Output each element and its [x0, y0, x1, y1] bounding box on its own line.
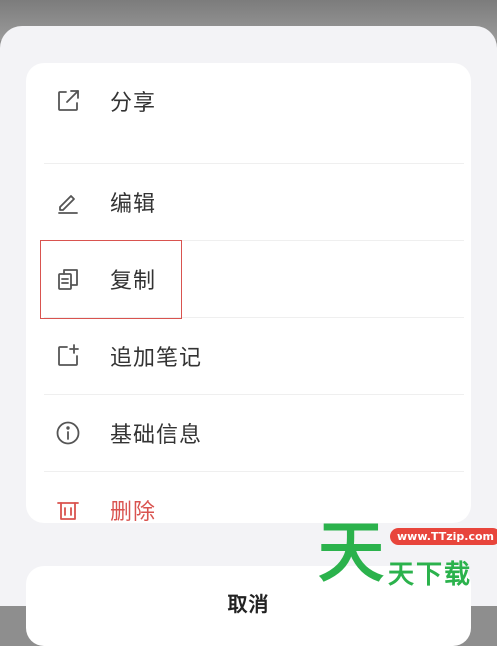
watermark-text: 天下载 [388, 560, 473, 590]
menu-item-label: 分享 [110, 91, 157, 116]
menu-item-append-note[interactable]: 追加笔记 [26, 318, 471, 394]
menu-item-share[interactable]: 分享 [26, 63, 471, 139]
menu-item-label: 删除 [110, 500, 157, 525]
watermark-logo: 天 www.TTzip.com 天下载 [318, 518, 497, 594]
share-icon [53, 86, 83, 116]
menu-item-label: 编辑 [110, 192, 157, 217]
edit-icon [53, 187, 83, 217]
watermark-big-char: 天 [318, 514, 384, 591]
trash-icon [53, 495, 83, 525]
menu-item-label: 追加笔记 [110, 346, 203, 371]
menu-item-edit[interactable]: 编辑 [26, 164, 471, 240]
menu-item-label: 基础信息 [110, 423, 203, 448]
info-icon [53, 418, 83, 448]
highlight-box [40, 240, 182, 319]
menu-item-basic-info[interactable]: 基础信息 [26, 395, 471, 471]
watermark-url: www.TTzip.com [390, 528, 497, 545]
add-note-icon [53, 341, 83, 371]
